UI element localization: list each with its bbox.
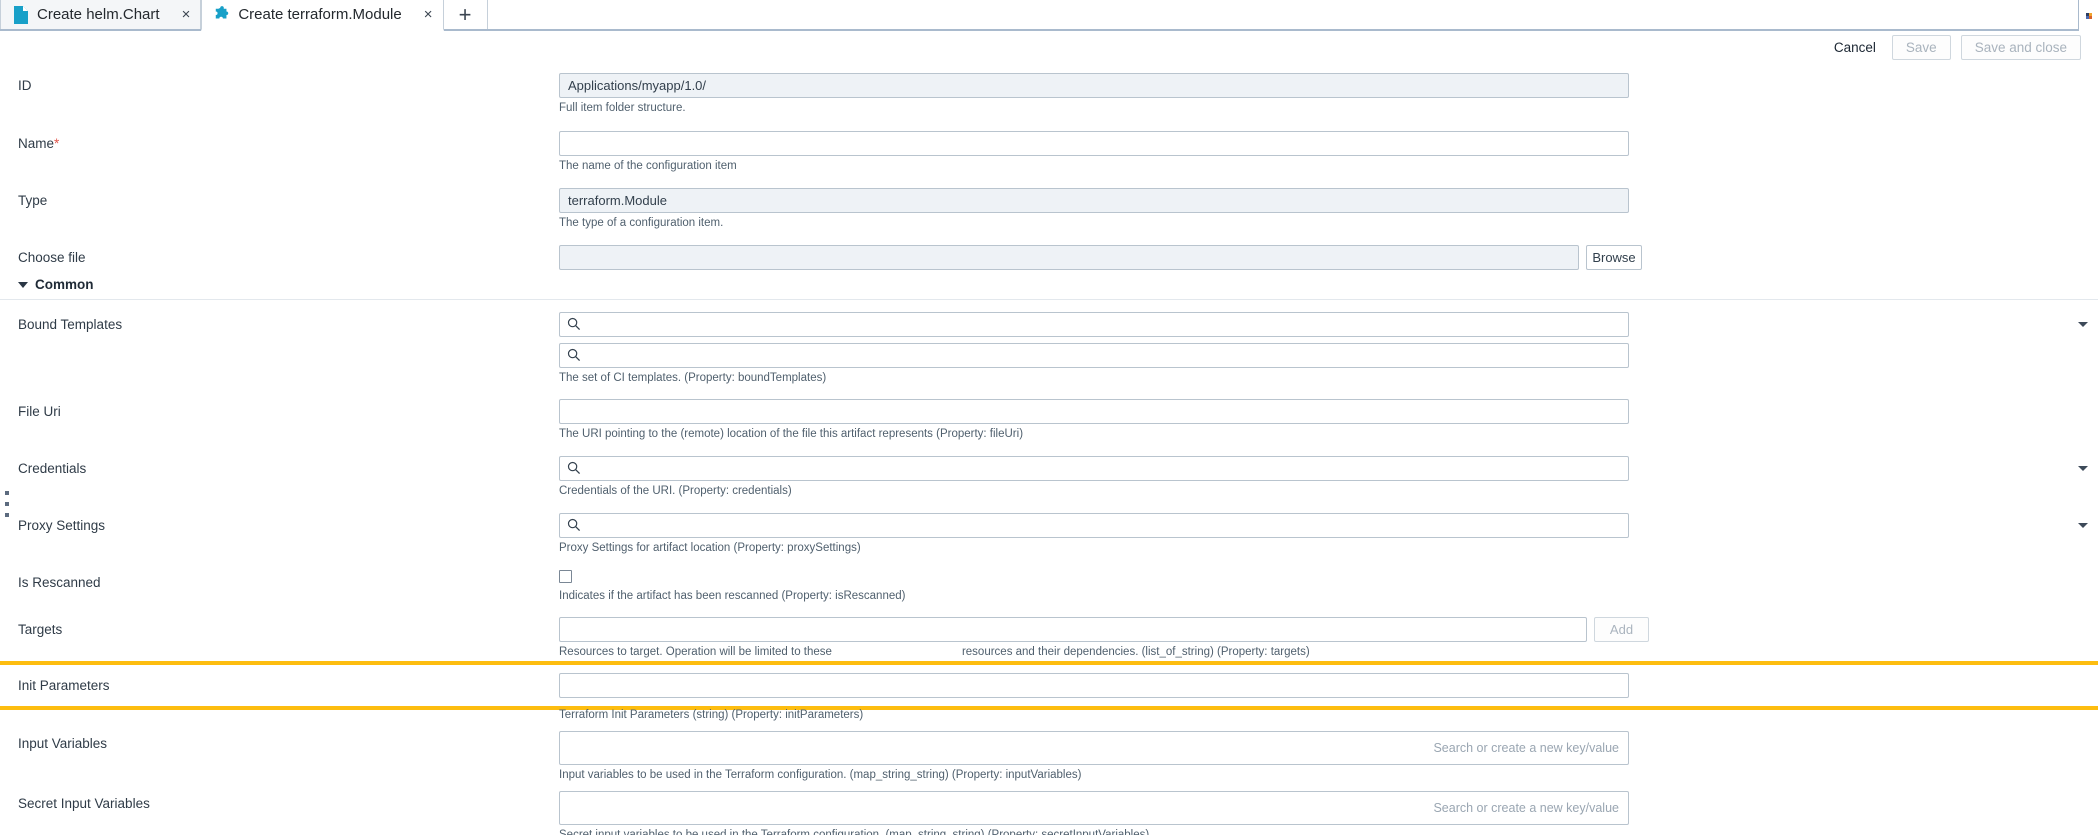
is-rescanned-label: Is Rescanned (18, 575, 101, 590)
input-variables-input[interactable]: Search or create a new key/value (559, 731, 1629, 765)
action-bar: Cancel Save Save and close (0, 31, 2098, 64)
proxy-settings-label: Proxy Settings (18, 518, 106, 533)
file-uri-hint: The URI pointing to the (remote) locatio… (559, 428, 1024, 440)
secret-input-variables-label: Secret Input Variables (18, 796, 150, 811)
field-row-bound-templates: Bound Templates The set of CI templates.… (18, 312, 2098, 385)
tab-label: Create helm.Chart (37, 6, 160, 23)
field-row-name: Name* The name of the configuration item (18, 131, 2098, 173)
section-common[interactable]: Common (18, 277, 2098, 292)
close-icon[interactable]: × (424, 7, 433, 22)
field-row-targets: Targets Add Resources to target. Operati… (18, 617, 2098, 659)
name-input[interactable] (559, 131, 1629, 156)
save-and-close-button[interactable]: Save and close (1960, 35, 2081, 60)
init-parameters-label: Init Parameters (18, 678, 110, 693)
choose-file-label: Choose file (18, 250, 86, 265)
browse-button[interactable]: Browse (1586, 245, 1642, 270)
id-label: ID (18, 78, 32, 93)
search-icon (567, 317, 581, 331)
tab-label: Create terraform.Module (238, 6, 402, 23)
input-variables-hint: Input variables to be used in the Terraf… (559, 769, 1082, 781)
bound-templates-label: Bound Templates (18, 317, 123, 332)
proxy-settings-hint: Proxy Settings for artifact location (Pr… (559, 542, 861, 554)
file-uri-input[interactable] (559, 399, 1629, 424)
id-input[interactable]: Applications/myapp/1.0/ (559, 73, 1629, 98)
field-row-input-variables: Input Variables Search or create a new k… (18, 731, 2098, 782)
type-hint: The type of a configuration item. (559, 217, 724, 229)
field-row-choose-file: Choose file Browse (18, 245, 2098, 270)
type-label: Type (18, 193, 48, 208)
chevron-down-icon[interactable] (2078, 523, 2088, 528)
search-icon (567, 348, 581, 362)
search-icon (567, 461, 581, 475)
bound-templates-hint: The set of CI templates. (Property: boun… (559, 372, 827, 384)
cancel-button[interactable]: Cancel (1828, 37, 1882, 58)
field-row-file-uri: File Uri The URI pointing to the (remote… (18, 399, 2098, 441)
bound-templates-search-input[interactable] (559, 343, 1629, 368)
field-row-type: Type terraform.Module The type of a conf… (18, 188, 2098, 230)
proxy-settings-input[interactable] (559, 513, 1629, 538)
tab-bar-filler (487, 0, 2098, 29)
id-hint: Full item folder structure. (559, 102, 686, 114)
configuration-item-form: ID Applications/myapp/1.0/ Full item fol… (0, 73, 2098, 835)
targets-add-button[interactable]: Add (1594, 617, 1649, 642)
field-row-proxy-settings: Proxy Settings Proxy Settings for artifa… (18, 513, 2098, 555)
section-divider (0, 299, 2098, 300)
is-rescanned-hint: Indicates if the artifact has been resca… (559, 590, 906, 602)
search-icon (567, 518, 581, 532)
field-row-init-parameters: Init Parameters (0, 661, 2098, 710)
document-icon (14, 5, 28, 24)
tab-bar: Create helm.Chart × Create terraform.Mod… (0, 0, 2098, 31)
name-label-text: Name (18, 136, 55, 151)
chevron-down-icon[interactable] (2078, 322, 2088, 327)
is-rescanned-checkbox[interactable] (559, 570, 572, 583)
field-row-secret-input-variables: Secret Input Variables Search or create … (18, 791, 2098, 835)
secret-input-variables-placeholder: Search or create a new key/value (1433, 801, 1619, 815)
close-icon[interactable]: × (182, 7, 191, 22)
targets-label: Targets (18, 622, 63, 637)
app-marker-icon (2085, 12, 2092, 19)
credentials-input[interactable] (559, 456, 1629, 481)
chevron-down-icon[interactable] (2078, 466, 2088, 471)
secret-input-variables-input[interactable]: Search or create a new key/value (559, 791, 1629, 825)
targets-hint-part-a: Resources to target. Operation will be l… (559, 646, 832, 658)
new-tab-button[interactable]: + (443, 0, 488, 29)
secret-input-variables-hint: Secret input variables to be used in the… (559, 829, 1150, 835)
tab-create-terraform-module[interactable]: Create terraform.Module × (201, 0, 444, 31)
chevron-down-icon (18, 281, 28, 288)
save-button[interactable]: Save (1891, 35, 1951, 60)
targets-hint: Resources to target. Operation will be l… (559, 645, 2098, 659)
name-label: Name* (18, 131, 559, 151)
field-row-credentials: Credentials Credentials of the URI. (Pro… (18, 456, 2098, 498)
credentials-hint: Credentials of the URI. (Property: crede… (559, 485, 792, 497)
field-row-id: ID Applications/myapp/1.0/ Full item fol… (18, 73, 2098, 115)
targets-input[interactable] (559, 617, 1587, 642)
name-hint: The name of the configuration item (559, 160, 737, 172)
targets-hint-part-b: resources and their dependencies. (list_… (961, 646, 1310, 658)
required-marker: * (54, 136, 60, 151)
tab-bar-corner[interactable] (2078, 0, 2098, 31)
file-uri-label: File Uri (18, 404, 61, 419)
credentials-label: Credentials (18, 461, 87, 476)
input-variables-placeholder: Search or create a new key/value (1433, 741, 1619, 755)
puzzle-piece-icon (216, 5, 229, 19)
panel-drag-handle[interactable] (5, 491, 9, 517)
field-row-init-parameters-hint: Terraform Init Parameters (string) (Prop… (18, 706, 2098, 722)
type-input[interactable]: terraform.Module (559, 188, 1629, 213)
init-parameters-input[interactable] (559, 673, 1629, 698)
bound-templates-input[interactable] (559, 312, 1629, 337)
section-common-label: Common (35, 277, 94, 292)
choose-file-input[interactable] (559, 245, 1579, 270)
init-parameters-hint: Terraform Init Parameters (string) (Prop… (559, 709, 864, 721)
tab-create-helm-chart[interactable]: Create helm.Chart × (0, 0, 202, 29)
field-row-is-rescanned: Is Rescanned Indicates if the artifact h… (18, 570, 2098, 603)
input-variables-label: Input Variables (18, 736, 108, 751)
